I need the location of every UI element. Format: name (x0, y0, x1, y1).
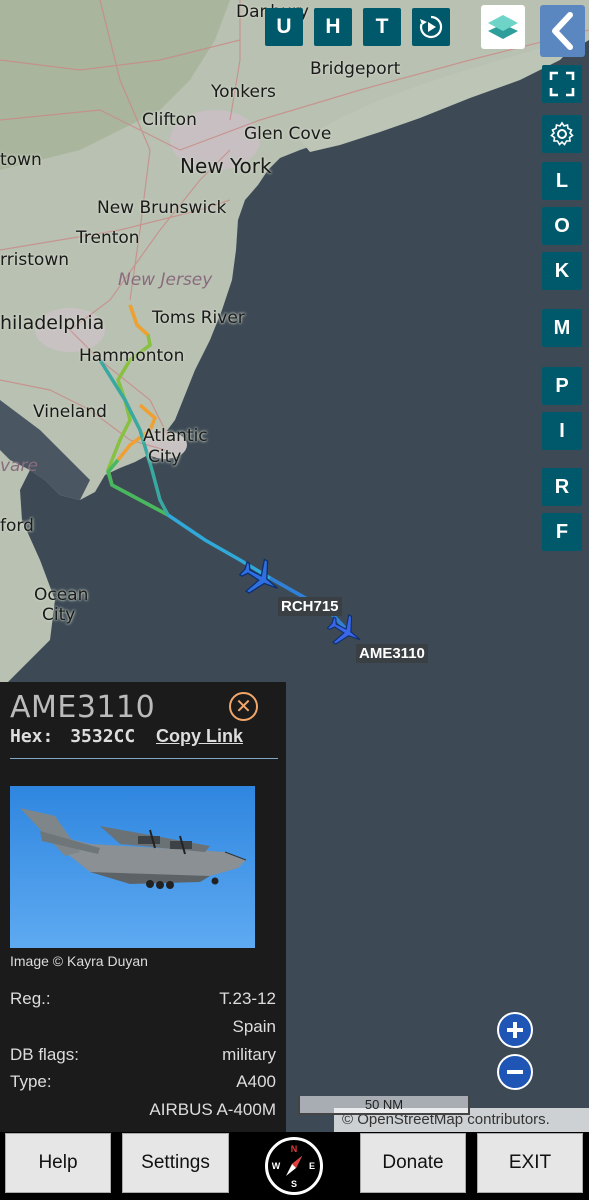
hex-value: 3532CC (70, 726, 136, 747)
toolbar-button-h[interactable]: H (314, 8, 352, 46)
fullscreen-icon (549, 71, 575, 97)
side-button-k[interactable]: K (542, 252, 582, 290)
layers-button[interactable] (481, 5, 525, 49)
place-label: Ocean (34, 585, 89, 605)
fullscreen-button[interactable] (542, 65, 582, 103)
zoom-in-button[interactable] (497, 1012, 533, 1048)
side-button-l[interactable]: L (542, 162, 582, 200)
info-row-key: Reg.: (10, 989, 51, 1008)
place-label: Yonkers (211, 82, 276, 102)
help-button[interactable]: Help (5, 1133, 111, 1193)
info-row-value: AIRBUS A-400M (149, 1100, 276, 1119)
place-label: hiladelphia (0, 312, 105, 334)
replay-button[interactable] (412, 8, 450, 46)
place-label: New York (180, 154, 272, 178)
info-row-value: Spain (232, 1017, 276, 1036)
map-scale: 50 NM (298, 1096, 470, 1115)
image-credit: Image © Kayra Duyan (10, 953, 148, 969)
place-label: Vineland (33, 402, 107, 422)
chevron-left-icon (551, 12, 573, 50)
place-label: Glen Cove (244, 124, 332, 144)
side-button-i[interactable]: I (542, 412, 582, 450)
exit-button[interactable]: EXIT (477, 1133, 583, 1193)
place-label: town (0, 150, 42, 170)
close-panel-button[interactable]: ✕ (229, 692, 258, 721)
toolbar-button-t[interactable]: T (363, 8, 401, 46)
close-icon: ✕ (235, 696, 252, 718)
info-row-value: T.23-12 (219, 989, 276, 1008)
place-label: Toms River (152, 308, 245, 328)
state-label: New Jersey (118, 270, 213, 290)
compass-north: N (291, 1144, 298, 1154)
info-row-value: A400 (236, 1072, 276, 1091)
aircraft-callsign-label[interactable]: AME3110 (356, 644, 428, 663)
info-row-value: military (222, 1045, 276, 1064)
info-row-key: Type: (10, 1072, 52, 1091)
place-label: Clifton (142, 110, 197, 130)
donate-button[interactable]: Donate (360, 1133, 466, 1193)
place-label: ford (0, 516, 34, 536)
compass-icon: N E S W (272, 1144, 315, 1189)
side-button-p[interactable]: P (542, 367, 582, 405)
place-label: City (148, 447, 182, 467)
compass-west: W (272, 1161, 281, 1171)
place-label: Trenton (76, 228, 140, 248)
place-label: Atlantic (143, 426, 208, 446)
minus-icon (507, 1070, 523, 1074)
plus-icon (507, 1022, 523, 1038)
aircraft-info-panel: AME3110 ✕ Hex: 3532CC Copy Link Image © … (0, 682, 286, 1132)
compass-south: S (291, 1179, 297, 1189)
toolbar-button-u[interactable]: U (265, 8, 303, 46)
compass-east: E (309, 1161, 315, 1171)
state-label: vare (0, 456, 38, 476)
copy-link[interactable]: Copy Link (156, 726, 243, 747)
bottom-bar: Help Settings N E S W Donate EXIT (0, 1132, 589, 1200)
app-root: Danbury Bridgeport Yonkers Clifton Glen … (0, 0, 589, 1200)
place-label: rristown (0, 250, 70, 270)
place-label: Bridgeport (310, 59, 401, 79)
place-label: Hammonton (79, 346, 185, 366)
divider (10, 758, 278, 759)
gear-icon (550, 121, 574, 146)
replay-icon (419, 15, 443, 39)
aircraft-callsign-title: AME3110 (10, 690, 156, 725)
side-button-m[interactable]: M (542, 309, 582, 347)
aircraft-photo-image (10, 786, 255, 948)
aircraft-photo[interactable] (10, 786, 255, 948)
side-button-f[interactable]: F (542, 513, 582, 551)
place-label: City (42, 605, 76, 625)
place-label: New Brunswick (97, 198, 227, 218)
side-button-o[interactable]: O (542, 207, 582, 245)
info-row-key: DB flags: (10, 1045, 79, 1064)
compass-button[interactable]: N E S W (265, 1137, 323, 1195)
side-button-r[interactable]: R (542, 468, 582, 506)
hex-label: Hex: (10, 726, 54, 747)
zoom-out-button[interactable] (497, 1054, 533, 1090)
settings-gear-button[interactable] (542, 115, 582, 153)
settings-button[interactable]: Settings (122, 1133, 229, 1193)
hex-row: Hex: 3532CC (10, 726, 135, 747)
back-button[interactable] (540, 5, 585, 57)
layers-icon (488, 15, 518, 39)
